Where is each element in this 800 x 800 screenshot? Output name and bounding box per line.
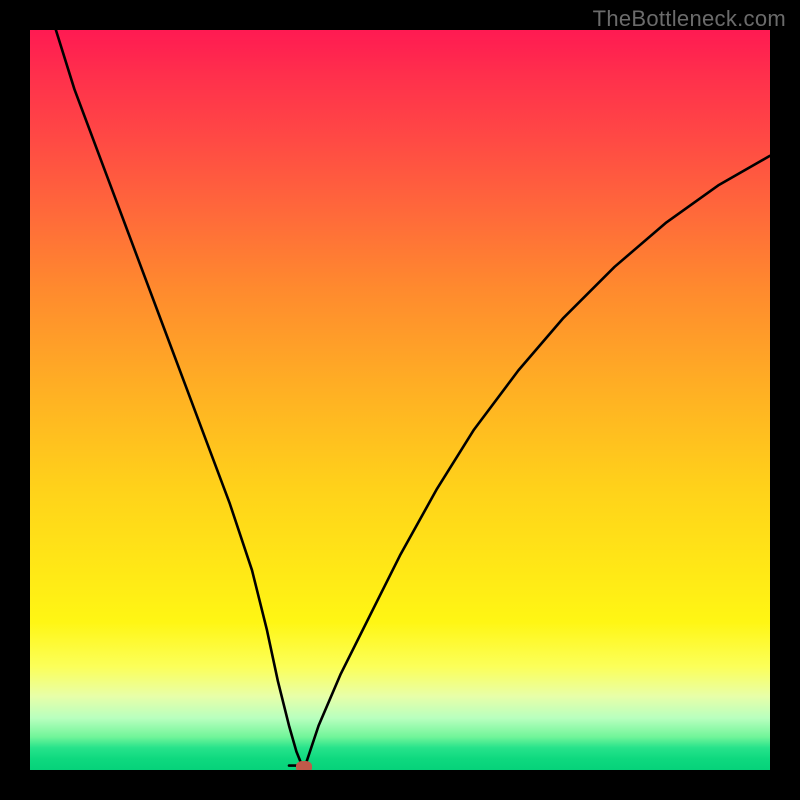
watermark-text: TheBottleneck.com — [593, 6, 786, 32]
gradient-background — [30, 30, 770, 770]
optimum-marker — [296, 761, 312, 770]
chart-frame: TheBottleneck.com — [0, 0, 800, 800]
plot-area — [30, 30, 770, 770]
